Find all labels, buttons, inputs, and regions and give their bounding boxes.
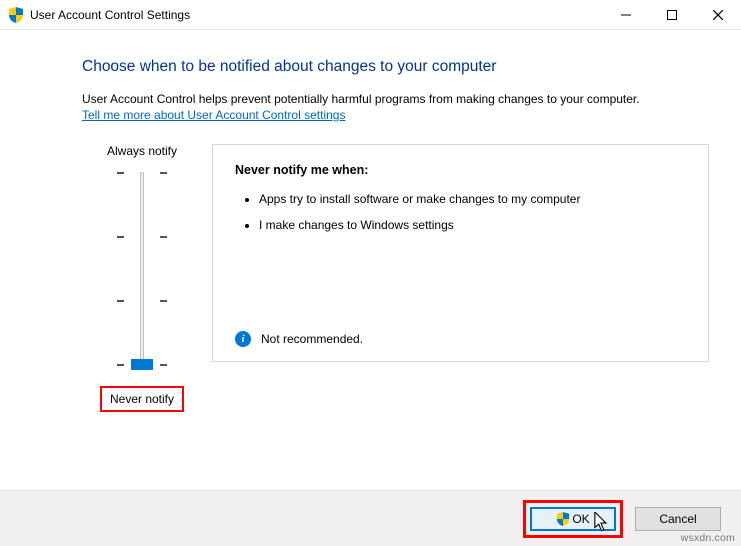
watermark: wsxdn.com (681, 532, 735, 544)
minimize-button[interactable] (603, 0, 649, 30)
close-button[interactable] (695, 0, 741, 30)
main-row: Always notify Never notify Never notify … (82, 144, 709, 412)
recommendation-text: Not recommended. (261, 332, 363, 346)
uac-shield-icon (8, 7, 24, 23)
page-heading: Choose when to be notified about changes… (82, 58, 709, 76)
maximize-button[interactable] (649, 0, 695, 30)
titlebar: User Account Control Settings (0, 0, 741, 30)
ok-button[interactable]: OK (530, 507, 616, 531)
slider-label-top: Always notify (82, 144, 202, 158)
slider-label-bottom-wrap: Never notify (82, 386, 202, 412)
content-area: Choose when to be notified about changes… (0, 30, 741, 412)
ok-highlight: OK (523, 500, 623, 538)
dialog-footer: OK Cancel (0, 490, 741, 546)
help-link[interactable]: Tell me more about User Account Control … (82, 108, 345, 122)
cancel-button-label: Cancel (659, 512, 696, 526)
window-title: User Account Control Settings (30, 8, 190, 22)
description-panel: Never notify me when: Apps try to instal… (212, 144, 709, 362)
panel-bullet: Apps try to install software or make cha… (259, 191, 686, 207)
panel-title: Never notify me when: (235, 163, 686, 177)
info-icon: i (235, 331, 251, 347)
slider-thumb[interactable] (131, 359, 153, 370)
window-buttons (603, 0, 741, 30)
page-description: User Account Control helps prevent poten… (82, 92, 709, 106)
uac-shield-icon (556, 512, 570, 526)
recommendation-row: i Not recommended. (235, 331, 363, 347)
uac-slider[interactable] (117, 168, 167, 368)
slider-label-bottom: Never notify (100, 386, 184, 412)
slider-column: Always notify Never notify (82, 144, 202, 412)
panel-bullet: I make changes to Windows settings (259, 217, 686, 233)
cancel-button[interactable]: Cancel (635, 507, 721, 531)
ok-button-label: OK (572, 512, 589, 526)
